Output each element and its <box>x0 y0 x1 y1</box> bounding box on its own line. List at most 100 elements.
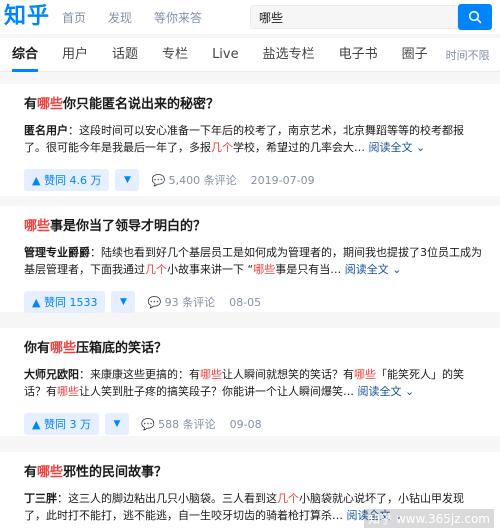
result-actions: ▲ 赞同 4.6 万 ▼ 💬 5,400 条评论 2019-07-09 <box>24 168 484 192</box>
result-meta: 💬 588 条评论 09-08 <box>141 416 262 432</box>
chevron-down-icon: ⌄ <box>392 263 402 276</box>
read-more-label: 阅读全文 <box>357 385 402 398</box>
post-date: 09-08 <box>229 417 262 431</box>
vote-down-button[interactable]: ▼ <box>115 169 140 191</box>
zhihu-logo[interactable]: 知乎 <box>0 0 62 34</box>
tab-columns[interactable]: 专栏 <box>162 38 188 72</box>
result-meta: 💬 5,400 条评论 2019-07-09 <box>151 172 314 188</box>
post-date: 2019-07-09 <box>250 173 315 187</box>
vote-up-button[interactable]: ▲ 赞同 1533 <box>24 291 106 313</box>
result-excerpt[interactable]: 大师兄欧阳：来康康这些更搞的：有哪些让人瞬间就想笑的笑话？有哪些「能笑死人」的笑… <box>24 366 484 400</box>
author-name: 管理专业爵爵 <box>24 246 90 259</box>
excerpt-highlight: 哪些 <box>354 368 376 381</box>
title-text: 压箱底的笑话？ <box>76 341 168 356</box>
tab-salt-columns[interactable]: 盐选专栏 <box>263 38 315 72</box>
comment-bubble-icon: 💬 <box>151 173 169 187</box>
excerpt-text: 学校，希望过的几率会大… <box>233 141 365 154</box>
read-more-label: 阅读全文 <box>344 263 389 276</box>
excerpt-highlight: 几个 <box>211 141 233 154</box>
excerpt-text: ：这三人的脚边粘出几只小脑袋。三人看到这 <box>57 492 277 505</box>
read-more-link[interactable]: 阅读全文 ⌄ <box>345 263 402 276</box>
triangle-up-icon: ▲ <box>32 295 44 309</box>
result-excerpt[interactable]: 管理专业爵爵：陆续也看到好几个基层员工是如何成为管理者的，期间我也提拔了3位员工… <box>24 244 484 278</box>
result-title[interactable]: 哪些事是你当了领导才明白的？ <box>24 218 484 236</box>
comment-bubble-icon: 💬 <box>140 417 159 431</box>
excerpt-text: 小故事来讲一下 “ <box>167 263 254 276</box>
vote-down-button[interactable]: ▼ <box>111 291 136 313</box>
result-actions: ▲ 赞同 3 万 ▼ 💬 588 条评论 09-08 <box>24 412 484 436</box>
watermark: 知乎 www.365jz.com <box>364 509 494 528</box>
title-highlight: 哪些 <box>50 341 77 356</box>
time-filter-dropdown[interactable]: 时间不限 <box>446 47 490 63</box>
comment-bubble-icon: 💬 <box>147 295 165 309</box>
tab-general[interactable]: 综合 <box>12 38 39 72</box>
search-icon <box>468 10 482 24</box>
nav-home[interactable]: 首页 <box>62 9 86 26</box>
title-highlight: 哪些 <box>37 465 64 480</box>
chevron-down-icon: ⌄ <box>405 385 415 398</box>
tab-circles[interactable]: 圈子 <box>402 38 428 72</box>
triangle-up-icon: ▲ <box>32 173 44 187</box>
read-more-link[interactable]: 阅读全文 ⌄ <box>369 141 426 154</box>
search-type-tabs: 综合 用户 话题 专栏 Live 盐选专栏 电子书 圈子 时间不限 <box>0 38 500 72</box>
main-nav: 首页 发现 等你来答 <box>62 0 224 34</box>
tab-topics[interactable]: 话题 <box>112 38 138 72</box>
result-meta: 💬 93 条评论 08-05 <box>147 294 261 310</box>
nav-discover[interactable]: 发现 <box>108 9 132 26</box>
title-text: 你只能匿名说出来的秘密？ <box>63 97 220 112</box>
result-excerpt[interactable]: 匿名用户：这段时间可以安心准备一下年后的校考了，南京艺术，北京舞蹈等等的校考都报… <box>24 122 484 156</box>
search-result-card: 有哪些你只能匿名说出来的秘密？ 匿名用户：这段时间可以安心准备一下年后的校考了，… <box>0 84 500 196</box>
vote-count: 赞同 3 万 <box>43 418 91 431</box>
triangle-down-icon: ▼ <box>120 297 127 307</box>
author-name: 匿名用户 <box>24 124 68 137</box>
result-actions: ▲ 赞同 1533 ▼ 💬 93 条评论 08-05 <box>24 290 484 314</box>
read-more-link[interactable]: 阅读全文 ⌄ <box>358 385 415 398</box>
title-highlight: 哪些 <box>37 97 64 112</box>
title-highlight: 哪些 <box>24 219 51 234</box>
triangle-up-icon: ▲ <box>32 417 44 431</box>
title-text: 你有 <box>24 341 51 356</box>
tab-users[interactable]: 用户 <box>62 38 88 72</box>
search-result-card: 你有哪些压箱底的笑话？ 大师兄欧阳：来康康这些更搞的：有哪些让人瞬间就想笑的笑话… <box>0 328 500 436</box>
comment-count[interactable]: 93 条评论 <box>165 294 216 310</box>
author-name: 大师兄欧阳 <box>24 368 79 381</box>
excerpt-highlight: 哪些 <box>200 368 222 381</box>
excerpt-text: 让人笑到肚子疼的搞笑段子？你能讲一个让人瞬间爆笑… <box>79 385 354 398</box>
excerpt-highlight: 哪些 <box>57 385 79 398</box>
triangle-down-icon: ▼ <box>124 175 131 185</box>
title-text: 有 <box>24 97 38 112</box>
author-name: 丁三胖 <box>24 492 57 505</box>
post-date: 08-05 <box>229 295 262 309</box>
read-more-label: 阅读全文 <box>368 141 413 154</box>
tab-live[interactable]: Live <box>212 38 239 72</box>
nav-waiting[interactable]: 等你来答 <box>154 9 202 26</box>
comment-count[interactable]: 5,400 条评论 <box>169 172 237 188</box>
search-result-card: 哪些事是你当了领导才明白的？ 管理专业爵爵：陆续也看到好几个基层员工是如何成为管… <box>0 206 500 314</box>
search-button[interactable] <box>458 4 492 30</box>
vote-count: 赞同 4.6 万 <box>43 174 102 187</box>
excerpt-highlight: 哪些 <box>253 263 276 276</box>
excerpt-text: 让人瞬间就想笑的笑话？有 <box>222 368 354 381</box>
excerpt-highlight: 几个 <box>145 263 167 276</box>
result-title[interactable]: 有哪些你只能匿名说出来的秘密？ <box>24 96 484 114</box>
tab-ebooks[interactable]: 电子书 <box>339 38 378 72</box>
vote-down-button[interactable]: ▼ <box>104 413 129 435</box>
vote-count: 赞同 1533 <box>43 296 98 309</box>
vote-up-button[interactable]: ▲ 赞同 3 万 <box>24 413 99 435</box>
chevron-down-icon: ⌄ <box>416 141 426 154</box>
search-value: 哪些 <box>259 10 284 25</box>
excerpt-text: 事是只有当… <box>275 263 342 276</box>
excerpt-text: ：来康康这些更搞的：有 <box>79 368 200 381</box>
vote-up-button[interactable]: ▲ 赞同 4.6 万 <box>24 169 110 191</box>
triangle-down-icon: ▼ <box>113 419 121 429</box>
title-text: 有 <box>24 465 38 480</box>
title-text: 邪性的民间故事？ <box>63 465 168 480</box>
comment-count[interactable]: 588 条评论 <box>158 416 216 432</box>
search-input[interactable]: 哪些 <box>250 5 458 29</box>
title-text: 事是你当了领导才明白的？ <box>50 219 207 234</box>
top-bar: 知乎 首页 发现 等你来答 哪些 <box>0 0 500 34</box>
excerpt-highlight: 几个 <box>277 492 299 505</box>
result-title[interactable]: 有哪些邪性的民间故事？ <box>24 464 484 482</box>
result-title[interactable]: 你有哪些压箱底的笑话？ <box>24 340 484 358</box>
time-filter-label: 时间不限 <box>445 48 490 62</box>
